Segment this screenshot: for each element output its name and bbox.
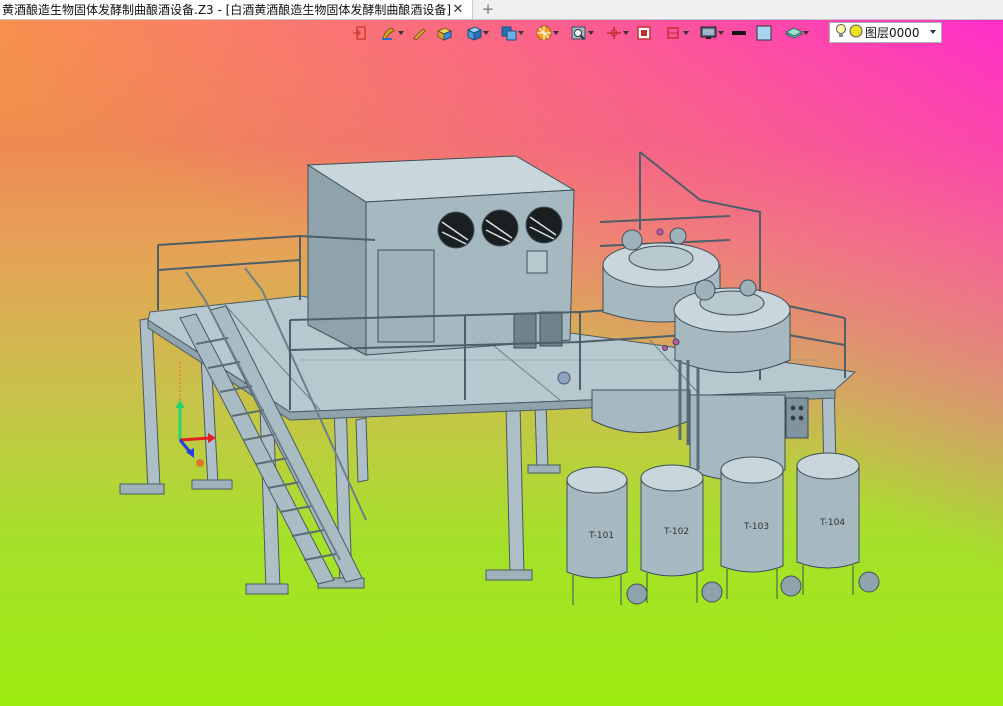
paint-icon[interactable] bbox=[373, 22, 405, 44]
fit-icon[interactable] bbox=[633, 22, 655, 44]
line-style-icon[interactable] bbox=[728, 22, 750, 44]
color-icon[interactable] bbox=[753, 22, 775, 44]
cooling-unit bbox=[306, 155, 576, 356]
axis-icon[interactable] bbox=[598, 22, 630, 44]
layer-label: 图层0000 bbox=[865, 26, 920, 40]
layer-icon[interactable] bbox=[778, 22, 810, 44]
view-cube-icon[interactable] bbox=[493, 22, 525, 44]
layer-color-dot bbox=[849, 24, 863, 41]
pen-icon[interactable] bbox=[408, 22, 430, 44]
box-icon[interactable] bbox=[433, 22, 455, 44]
chevron-down-icon[interactable] bbox=[930, 30, 936, 34]
view-toolbar bbox=[348, 20, 813, 46]
tank-label-3: T-103 bbox=[743, 522, 769, 532]
tank-label-2: T-102 bbox=[663, 527, 689, 537]
section-icon[interactable] bbox=[658, 22, 690, 44]
bulb-icon[interactable] bbox=[835, 23, 847, 42]
tank-label-4: T-104 bbox=[819, 518, 845, 528]
render-icon[interactable] bbox=[528, 22, 560, 44]
layer-selector[interactable]: 图层0000 bbox=[829, 22, 942, 43]
storage-tanks bbox=[566, 452, 880, 605]
zoom-view-icon[interactable] bbox=[563, 22, 595, 44]
control-panel bbox=[785, 397, 809, 439]
3d-model: T-101 T-102 T-103 T-104 bbox=[119, 151, 880, 605]
exit-icon[interactable] bbox=[348, 22, 370, 44]
tank-label-1: T-101 bbox=[588, 531, 614, 541]
display-icon[interactable] bbox=[693, 22, 725, 44]
cube-icon[interactable] bbox=[458, 22, 490, 44]
